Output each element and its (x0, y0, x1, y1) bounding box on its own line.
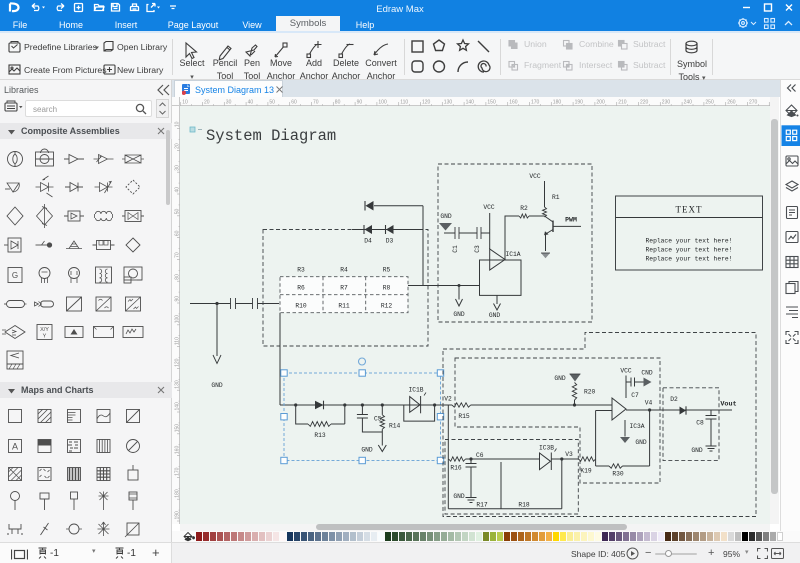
svg-text:GND: GND (211, 382, 223, 389)
svg-text:260: 260 (727, 100, 736, 106)
svg-text:R13: R13 (314, 432, 326, 439)
svg-text:160: 160 (509, 100, 518, 106)
svg-text:GND: GND (635, 439, 647, 446)
svg-text:80: 80 (335, 100, 341, 106)
svg-text:R17: R17 (476, 502, 488, 509)
svg-text:Y: Y (43, 334, 47, 340)
svg-text:R18: R18 (518, 502, 530, 509)
svg-text:R5: R5 (383, 267, 391, 274)
svg-text:GND: GND (361, 447, 373, 454)
svg-text:210: 210 (618, 100, 627, 106)
svg-text:100: 100 (378, 100, 387, 106)
svg-text:GND: GND (489, 312, 501, 319)
svg-text:240: 240 (684, 100, 693, 106)
svg-text:60: 60 (291, 100, 297, 106)
svg-text:30: 30 (226, 100, 232, 106)
svg-text:R30: R30 (612, 471, 624, 478)
svg-text:A: A (12, 442, 18, 452)
svg-text:K19: K19 (580, 468, 592, 475)
svg-text:Replace your text here!: Replace your text here! (646, 238, 733, 245)
svg-text:V2: V2 (444, 396, 452, 403)
svg-text:IC3B: IC3B (539, 445, 554, 452)
svg-text:GND: GND (453, 311, 465, 318)
svg-text:C6: C6 (476, 452, 484, 459)
svg-text:Replace your text here!: Replace your text here! (646, 256, 733, 263)
svg-text:180: 180 (553, 100, 562, 106)
svg-text:CND: CND (641, 370, 653, 377)
svg-text:40: 40 (248, 100, 254, 106)
svg-text:170: 170 (531, 100, 540, 106)
svg-text:VCC: VCC (529, 173, 541, 180)
svg-text:Vout: Vout (720, 401, 736, 409)
svg-text:R4: R4 (340, 267, 348, 274)
svg-text:130: 130 (444, 100, 453, 106)
svg-text:R20: R20 (584, 389, 596, 396)
svg-text:50: 50 (269, 100, 275, 106)
svg-text:G: G (12, 271, 18, 280)
svg-text:IC1B: IC1B (408, 387, 423, 394)
svg-text:R8: R8 (383, 285, 391, 292)
svg-text:X/Y: X/Y (40, 327, 49, 333)
svg-text:D2: D2 (670, 396, 678, 403)
svg-text:90: 90 (357, 100, 363, 106)
svg-text:R3: R3 (297, 267, 305, 274)
svg-text:250: 250 (705, 100, 714, 106)
svg-text:190: 190 (575, 100, 584, 106)
svg-text:PWM: PWM (565, 217, 577, 224)
svg-text:D3: D3 (386, 238, 394, 245)
svg-text:GND: GND (691, 447, 703, 454)
svg-text:R10: R10 (295, 303, 307, 310)
svg-text:230: 230 (662, 100, 671, 106)
svg-text:R1: R1 (552, 194, 560, 201)
svg-text:20: 20 (204, 100, 210, 106)
svg-text:270: 270 (749, 100, 758, 106)
svg-text:System Diagram: System Diagram (206, 127, 336, 145)
svg-text:150: 150 (487, 100, 496, 106)
svg-text:R15: R15 (458, 413, 470, 420)
svg-text:GND: GND (453, 493, 465, 500)
svg-text:D4: D4 (364, 238, 372, 245)
svg-text:V4: V4 (645, 400, 653, 407)
svg-text:120: 120 (422, 100, 431, 106)
svg-text:VCC: VCC (620, 368, 632, 375)
svg-text:200: 200 (596, 100, 605, 106)
svg-text:V3: V3 (565, 451, 573, 458)
svg-text:GND: GND (554, 375, 566, 382)
svg-text:R6: R6 (297, 285, 305, 292)
svg-text:C8: C8 (696, 420, 704, 427)
svg-text:R2: R2 (520, 205, 528, 212)
svg-text:C7: C7 (631, 392, 639, 399)
svg-text:VCC: VCC (483, 204, 495, 211)
svg-text:R14: R14 (389, 423, 401, 430)
svg-text:C1: C1 (452, 245, 459, 253)
svg-text:TEXT: TEXT (676, 205, 703, 215)
svg-text:10: 10 (182, 100, 188, 106)
svg-text:IC1A: IC1A (505, 251, 520, 258)
svg-text:70: 70 (313, 100, 319, 106)
svg-text:R7: R7 (340, 285, 348, 292)
svg-text:220: 220 (640, 100, 649, 106)
svg-text:R12: R12 (381, 303, 393, 310)
svg-text:140: 140 (466, 100, 475, 106)
svg-text:Replace your text here!: Replace your text here! (646, 247, 733, 254)
svg-text:R16: R16 (450, 465, 462, 472)
svg-text:110: 110 (400, 100, 408, 106)
svg-text:C3: C3 (474, 245, 481, 253)
svg-text:IC3A: IC3A (629, 423, 644, 430)
svg-text:R11: R11 (338, 303, 350, 310)
svg-text:GND: GND (440, 213, 452, 220)
